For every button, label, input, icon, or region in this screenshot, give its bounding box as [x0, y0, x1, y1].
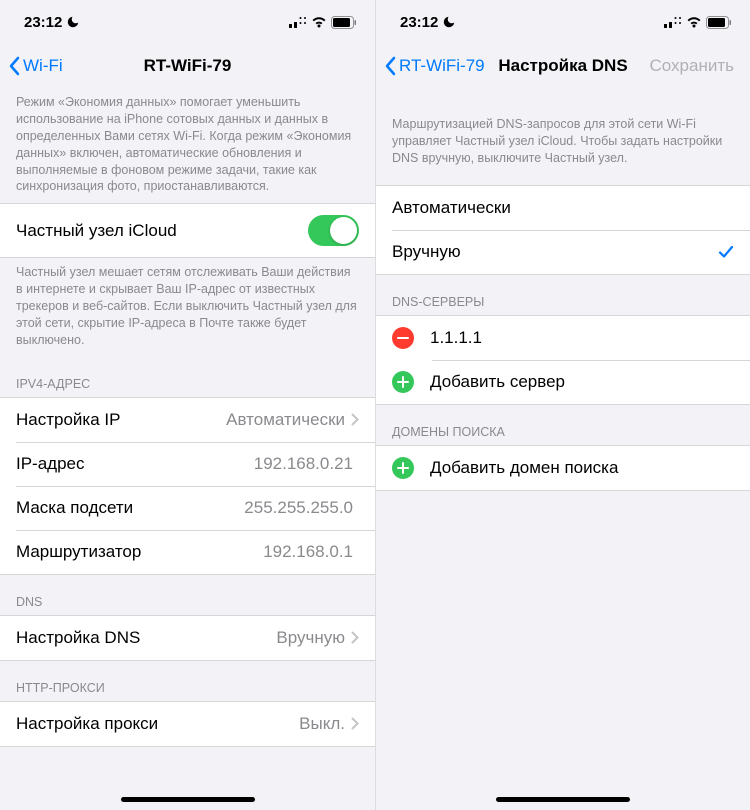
- add-domain-label: Добавить домен поиска: [430, 458, 734, 478]
- ipv4-group: Настройка IP Автоматически IP-адрес 192.…: [0, 397, 375, 575]
- chevron-right-icon: [351, 413, 359, 426]
- subnet-mask-label: Маска подсети: [16, 498, 244, 518]
- mode-auto-label: Автоматически: [392, 198, 734, 218]
- add-server-label: Добавить сервер: [430, 372, 734, 392]
- chevron-left-icon: [8, 56, 20, 76]
- home-indicator[interactable]: [496, 797, 630, 802]
- home-indicator[interactable]: [121, 797, 255, 802]
- wifi-icon: [311, 16, 327, 28]
- add-domain-row[interactable]: Добавить домен поиска: [376, 446, 750, 490]
- back-label: RT-WiFi-79: [399, 56, 485, 76]
- dns-servers-header: DNS-СЕРВЕРЫ: [376, 275, 750, 315]
- configure-dns-label: Настройка DNS: [16, 628, 276, 648]
- data-mode-description: Режим «Экономия данных» помогает уменьши…: [0, 88, 375, 203]
- ip-address-value: 192.168.0.21: [254, 454, 353, 474]
- ipv4-header: IPV4-АДРЕС: [0, 357, 375, 397]
- back-button[interactable]: RT-WiFi-79: [384, 56, 485, 76]
- status-bar: 23:12: [376, 0, 750, 44]
- ip-address-label: IP-адрес: [16, 454, 254, 474]
- dns-servers-group: 1.1.1.1 Добавить сервер: [376, 315, 750, 405]
- private-relay-description: Частный узел мешает сетям отслеживать Ва…: [0, 258, 375, 356]
- proxy-group: Настройка прокси Выкл.: [0, 701, 375, 747]
- chevron-left-icon: [384, 56, 396, 76]
- content: Маршрутизацией DNS-запросов для этой сет…: [376, 88, 750, 810]
- add-domain-button[interactable]: [392, 457, 414, 479]
- nav-title: Настройка DNS: [498, 56, 627, 76]
- cellular-icon: [289, 16, 307, 28]
- plus-icon: [397, 462, 409, 474]
- mode-auto-row[interactable]: Автоматически: [376, 186, 750, 230]
- phone-left: 23:12 Wi-Fi RT-WiFi-79 Режим «Экономия д…: [0, 0, 375, 810]
- remove-server-button[interactable]: [392, 327, 414, 349]
- nav-title: RT-WiFi-79: [144, 56, 232, 76]
- wifi-icon: [686, 16, 702, 28]
- search-domains-header: ДОМЕНЫ ПОИСКА: [376, 405, 750, 445]
- subnet-mask-row: Маска подсети 255.255.255.0: [0, 486, 375, 530]
- plus-icon: [397, 376, 409, 388]
- dns-server-row[interactable]: 1.1.1.1: [376, 316, 750, 360]
- checkmark-icon: [718, 244, 734, 260]
- add-server-row[interactable]: Добавить сервер: [376, 360, 750, 404]
- configure-ip-value: Автоматически: [226, 410, 345, 430]
- battery-icon: [706, 16, 732, 29]
- configure-proxy-row[interactable]: Настройка прокси Выкл.: [0, 702, 375, 746]
- phone-right: 23:12 RT-WiFi-79 Настройка DNS Сохранить…: [375, 0, 750, 810]
- minus-icon: [397, 337, 409, 339]
- nav-bar: RT-WiFi-79 Настройка DNS Сохранить: [376, 44, 750, 88]
- mode-manual-label: Вручную: [392, 242, 718, 262]
- search-domains-group: Добавить домен поиска: [376, 445, 750, 491]
- dns-group: Настройка DNS Вручную: [0, 615, 375, 661]
- battery-icon: [331, 16, 357, 29]
- status-time: 23:12: [24, 14, 62, 31]
- add-server-button[interactable]: [392, 371, 414, 393]
- dns-description: Маршрутизацией DNS-запросов для этой сет…: [376, 88, 750, 175]
- private-relay-toggle[interactable]: [308, 215, 359, 246]
- dns-mode-group: Автоматически Вручную: [376, 185, 750, 275]
- back-button[interactable]: Wi-Fi: [8, 56, 63, 76]
- proxy-header: HTTP-ПРОКСИ: [0, 661, 375, 701]
- content: Режим «Экономия данных» помогает уменьши…: [0, 88, 375, 810]
- ip-address-row: IP-адрес 192.168.0.21: [0, 442, 375, 486]
- status-bar: 23:12: [0, 0, 375, 44]
- private-relay-row[interactable]: Частный узел iCloud: [0, 204, 375, 257]
- configure-proxy-label: Настройка прокси: [16, 714, 299, 734]
- private-relay-label: Частный узел iCloud: [16, 221, 308, 241]
- mode-manual-row[interactable]: Вручную: [376, 230, 750, 274]
- router-row: Маршрутизатор 192.168.0.1: [0, 530, 375, 574]
- cellular-icon: [664, 16, 682, 28]
- dns-server-value: 1.1.1.1: [430, 328, 734, 348]
- subnet-mask-value: 255.255.255.0: [244, 498, 353, 518]
- configure-proxy-value: Выкл.: [299, 714, 345, 734]
- configure-ip-row[interactable]: Настройка IP Автоматически: [0, 398, 375, 442]
- configure-ip-label: Настройка IP: [16, 410, 226, 430]
- chevron-right-icon: [351, 717, 359, 730]
- moon-icon: [66, 15, 80, 29]
- private-relay-group: Частный узел iCloud: [0, 203, 375, 258]
- chevron-right-icon: [351, 631, 359, 644]
- router-label: Маршрутизатор: [16, 542, 263, 562]
- save-button[interactable]: Сохранить: [650, 56, 742, 76]
- configure-dns-row[interactable]: Настройка DNS Вручную: [0, 616, 375, 660]
- dns-header: DNS: [0, 575, 375, 615]
- back-label: Wi-Fi: [23, 56, 63, 76]
- configure-dns-value: Вручную: [276, 628, 345, 648]
- status-time: 23:12: [400, 14, 438, 31]
- router-value: 192.168.0.1: [263, 542, 353, 562]
- nav-bar: Wi-Fi RT-WiFi-79: [0, 44, 375, 88]
- moon-icon: [442, 15, 456, 29]
